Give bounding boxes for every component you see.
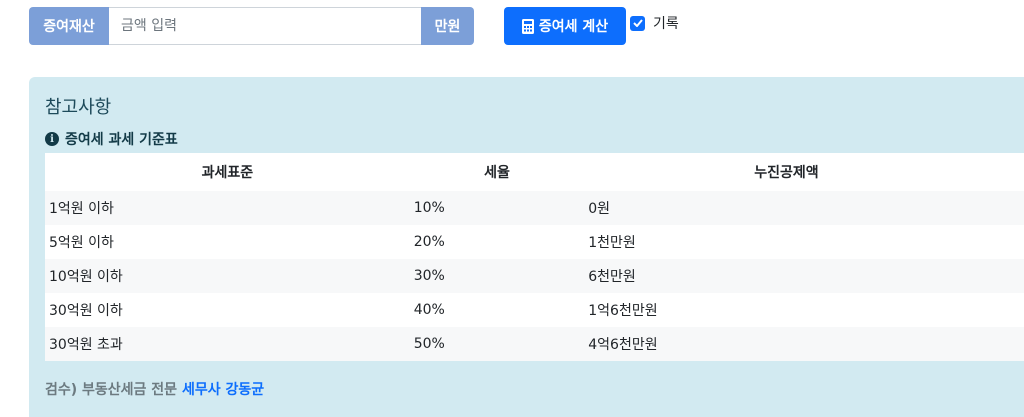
record-label: 기록 [653, 16, 679, 32]
header-progressive-deduction: 누진공제액 [584, 153, 1024, 191]
reference-title: 참고사항 [45, 97, 112, 118]
table-header-row: 과세표준 세율 누진공제액 [45, 153, 1024, 191]
table-row: 10억원 이하 30% 6천만원 [45, 259, 1024, 293]
info-circle-icon: i [45, 132, 59, 146]
review-credit: 검수) 부동산세금 전문 세무사 강동균 [45, 379, 264, 399]
deduction-cell: 1억6천만원 [584, 293, 1024, 327]
gift-tax-rate-table: 과세표준 세율 누진공제액 1억원 이하 10% 0원 5억원 이하 20% 1… [45, 153, 1024, 361]
calculate-button-label: 증여세 계산 [538, 19, 609, 35]
table-row: 30억원 이하 40% 1억6천만원 [45, 293, 1024, 327]
reference-panel: 참고사항 i 증여세 과세 기준표 과세표준 세율 누진공제액 1억원 이하 1… [29, 77, 1024, 417]
header-tax-base: 과세표준 [45, 153, 410, 191]
tax-table-subtitle: i 증여세 과세 기준표 [45, 129, 178, 149]
record-checkbox[interactable] [630, 15, 645, 31]
tax-rate-cell: 50% [409, 327, 585, 361]
amount-input-group: 증여재산 만원 [29, 7, 474, 45]
review-credit-prefix: 검수) 부동산세금 전문 [45, 382, 178, 398]
deduction-cell: 6천만원 [584, 259, 1024, 293]
amount-input[interactable] [109, 7, 421, 45]
tax-base-cell: 5억원 이하 [45, 225, 410, 259]
table-row: 1억원 이하 10% 0원 [45, 191, 1024, 225]
tax-base-cell: 30억원 초과 [45, 327, 410, 361]
gift-property-addon: 증여재산 [29, 7, 109, 45]
tax-rate-cell: 20% [409, 225, 585, 259]
tax-rate-cell: 30% [409, 259, 585, 293]
deduction-cell: 0원 [584, 191, 1024, 225]
checkmark-icon [632, 19, 643, 27]
record-toggle[interactable]: 기록 [630, 13, 679, 33]
calculate-gift-tax-button[interactable]: 증여세 계산 [504, 7, 626, 45]
tax-base-cell: 30억원 이하 [45, 293, 410, 327]
tax-rate-cell: 10% [409, 191, 585, 225]
tax-rate-cell: 40% [409, 293, 585, 327]
tax-table-subtitle-text: 증여세 과세 기준표 [65, 132, 178, 148]
deduction-cell: 4억6천만원 [584, 327, 1024, 361]
table-row: 5억원 이하 20% 1천만원 [45, 225, 1024, 259]
unit-addon: 만원 [421, 7, 474, 45]
deduction-cell: 1천만원 [584, 225, 1024, 259]
tax-accountant-link[interactable]: 세무사 강동균 [182, 382, 264, 398]
table-row: 30억원 초과 50% 4억6천만원 [45, 327, 1024, 361]
header-tax-rate: 세율 [409, 153, 585, 191]
calculator-icon [521, 18, 534, 34]
tax-base-cell: 10억원 이하 [45, 259, 410, 293]
tax-base-cell: 1억원 이하 [45, 191, 410, 225]
